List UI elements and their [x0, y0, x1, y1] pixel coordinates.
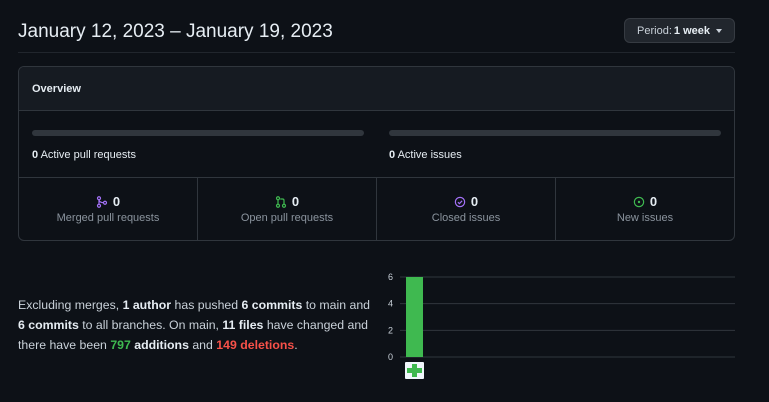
stat-open-pull-requests[interactable]: 0 Open pull requests [198, 178, 377, 240]
issue-closed-icon [454, 196, 466, 207]
merged-pull-requests-label: Merged pull requests [56, 212, 160, 224]
overview-stats: 0 Merged pull requests 0 Open pull reque… [19, 178, 734, 240]
summary-text-1: Excluding merges, [18, 298, 123, 312]
files-changed-count: 11 files [222, 318, 264, 332]
issues-progress: 0 Active issues [389, 130, 721, 161]
period-dropdown-button[interactable]: Period: 1 week [624, 18, 735, 43]
caret-down-icon [716, 28, 722, 33]
active-pull-requests-count: 0 [32, 149, 39, 161]
active-issues-label[interactable]: 0 Active issues [389, 149, 721, 161]
pull-requests-progress: 0 Active pull requests [32, 130, 364, 161]
pull-requests-progress-track [32, 130, 364, 136]
summary-text-4: to all branches. On main, [78, 318, 223, 332]
y-tick-label-6: 6 [388, 272, 393, 282]
issue-opened-icon [633, 196, 645, 207]
page-header: January 12, 2023 – January 19, 2023 Peri… [18, 18, 735, 53]
y-tick-label-0: 0 [388, 352, 393, 362]
new-issues-label: New issues [616, 212, 674, 224]
summary-text-6: and [188, 338, 217, 352]
commits-main-count: 6 commits [241, 298, 303, 312]
closed-issues-count: 0 [470, 194, 479, 209]
active-pull-requests-text: Active pull requests [40, 149, 136, 161]
additions-word: additions [130, 338, 189, 352]
commits-all-count: 6 commits [18, 318, 79, 332]
active-issues-count: 0 [389, 149, 396, 161]
issues-progress-track [389, 130, 721, 136]
additions-summary: 797 additions [110, 338, 189, 352]
deletions-count: 149 deletions [216, 338, 295, 352]
merged-pull-requests-count: 0 [112, 194, 121, 209]
author-avatar[interactable] [405, 362, 424, 379]
new-issues-count: 0 [649, 194, 658, 209]
commits-chart: 0 2 4 6 [388, 272, 735, 379]
open-pull-requests-count: 0 [291, 194, 300, 209]
closed-issues-label: Closed issues [431, 212, 501, 224]
open-pull-requests-label: Open pull requests [240, 212, 334, 224]
summary-text-2: has pushed [171, 298, 242, 312]
summary-text-7: . [294, 338, 298, 352]
stat-new-issues[interactable]: 0 New issues [556, 178, 734, 240]
period-value: 1 week [673, 24, 710, 37]
merge-icon [96, 195, 107, 208]
stat-closed-issues[interactable]: 0 Closed issues [377, 178, 556, 240]
y-tick-label-4: 4 [388, 299, 393, 309]
stat-merged-pull-requests[interactable]: 0 Merged pull requests [19, 178, 198, 240]
y-tick-label-2: 2 [388, 325, 393, 335]
summary-text-3: to main and [302, 298, 371, 312]
active-pull-requests-label[interactable]: 0 Active pull requests [32, 149, 364, 161]
overview-panel: Overview 0 Active pull requests 0 Active… [18, 66, 735, 241]
pull-request-icon [275, 195, 286, 208]
active-issues-text: Active issues [397, 149, 462, 161]
additions-count: 797 [110, 338, 131, 352]
commit-bar-0 [406, 277, 423, 357]
page-title: January 12, 2023 – January 19, 2023 [18, 21, 333, 42]
period-label: Period: [637, 24, 672, 37]
overview-progress-section: 0 Active pull requests 0 Active issues [19, 111, 734, 178]
author-count-link[interactable]: 1 author [123, 298, 172, 312]
commit-summary: Excluding merges, 1 author has pushed 6 … [18, 295, 380, 355]
overview-title: Overview [19, 67, 734, 111]
